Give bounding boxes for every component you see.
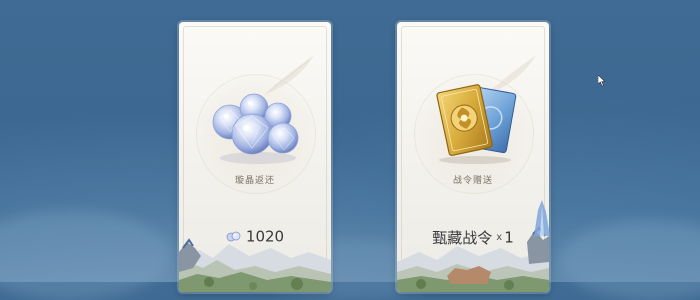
battle-pass-cards-icon bbox=[436, 84, 517, 164]
battle-pass-gift-card: 战令赠送 甄藏战令 x 1 bbox=[397, 22, 549, 292]
card-title: 战令赠送 bbox=[452, 176, 493, 186]
crystal-orbs-icon bbox=[212, 93, 299, 164]
background-cloud bbox=[0, 210, 170, 300]
crystal-spire-decoration bbox=[534, 200, 550, 236]
background-cloud bbox=[560, 220, 700, 300]
crystal-refund-card: 璇晶返还 1020 bbox=[179, 22, 331, 292]
mouse-cursor-icon bbox=[598, 75, 606, 87]
card-title: 璇晶返还 bbox=[234, 176, 275, 186]
